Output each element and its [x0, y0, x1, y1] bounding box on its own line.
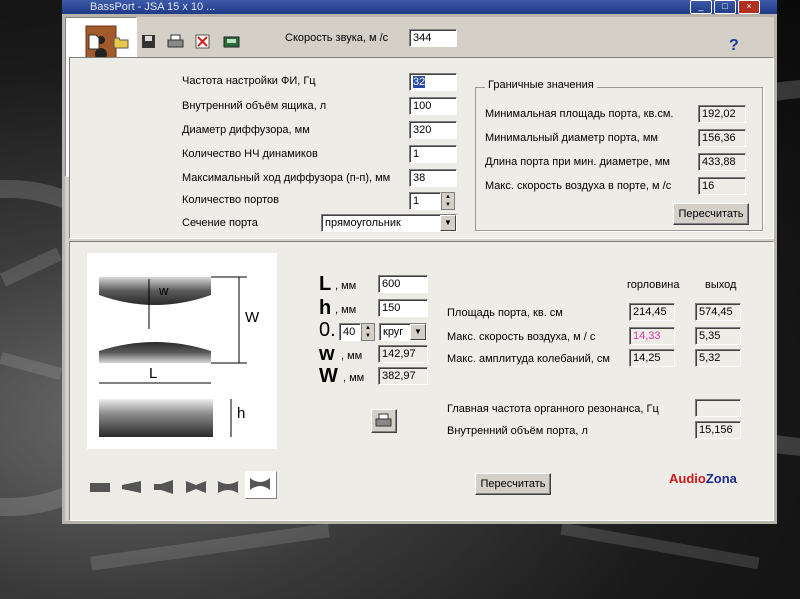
close-button[interactable]: × — [738, 0, 760, 14]
box-volume-input[interactable]: 100 — [409, 97, 457, 115]
speed-label: Макс. скорость воздуха, м / с — [447, 331, 596, 343]
col-exit-header: выход — [705, 279, 737, 291]
w-unit: , мм — [341, 350, 363, 362]
h-symbol: h — [319, 297, 332, 319]
area-throat: 214,45 — [629, 303, 675, 321]
drivers-count-input[interactable]: 1 — [409, 145, 457, 163]
max-air-speed-value: 16 — [698, 177, 746, 195]
horn-port-shape-button[interactable] — [151, 477, 177, 497]
w-symbol: w — [319, 343, 335, 365]
W-value: 382,97 — [378, 367, 428, 385]
ports-count-input[interactable]: 1 — [409, 192, 441, 210]
speed-throat: 14,33 — [629, 327, 675, 345]
port-volume-label: Внутренний объём порта, л — [447, 425, 588, 437]
min-area-label: Минимальная площадь порта, кв.см. — [485, 108, 674, 120]
port-length-value: 433,88 — [698, 153, 746, 171]
double-taper-port-shape-button[interactable] — [183, 477, 209, 497]
col-throat-header: горловина — [627, 279, 680, 291]
min-diameter-label: Минимальный диаметр порта, мм — [485, 132, 658, 144]
port-diagram: w W L h — [87, 253, 277, 449]
port-volume-value: 15,156 — [695, 421, 741, 439]
results-recalc-button[interactable]: Пересчитать — [475, 473, 551, 495]
limits-recalc-button[interactable]: Пересчитать — [673, 203, 749, 225]
o-value-spinner[interactable]: ▲ ▼ — [361, 323, 375, 341]
chevron-down-icon[interactable]: ▼ — [410, 324, 426, 340]
sound-speed-label: Скорость звука, м /с — [285, 32, 389, 44]
amplitude-label: Макс. амплитуда колебаний, см — [447, 353, 610, 365]
curved-port-shape-button[interactable] — [245, 471, 277, 499]
box-volume-label: Внутренний объём ящика, л — [182, 100, 327, 112]
limits-title: Граничные значения — [485, 79, 597, 91]
cone-diameter-input[interactable]: 320 — [409, 121, 457, 139]
window-title: BassPort - JSA 15 x 10 ... — [90, 1, 216, 13]
min-diameter-value: 156,36 — [698, 129, 746, 147]
organ-resonance-value — [695, 399, 741, 417]
area-label: Площадь порта, кв. см — [447, 307, 563, 319]
main-window: Скорость звука, м /с 344 ? Частота настр… — [62, 14, 777, 524]
L-input[interactable]: 600 — [378, 275, 428, 293]
diagram-w-label: w — [159, 283, 169, 298]
h-input[interactable]: 150 — [378, 299, 428, 317]
flared-port-shape-button[interactable] — [215, 477, 241, 497]
speed-exit: 5,35 — [695, 327, 741, 345]
area-exit: 574,45 — [695, 303, 741, 321]
export-icon[interactable] — [223, 34, 241, 50]
o-value-input[interactable]: 40 — [339, 323, 361, 341]
diagram-L-label: L — [149, 365, 158, 382]
sound-speed-input[interactable]: 344 — [409, 29, 457, 47]
port-section-label: Сечение порта — [182, 217, 258, 229]
W-unit: , мм — [343, 372, 365, 384]
straight-port-shape-button[interactable] — [87, 477, 113, 497]
minimize-button[interactable]: _ — [690, 0, 712, 14]
diagram-h-label: h — [237, 405, 246, 422]
print-icon[interactable] — [167, 34, 185, 50]
new-icon[interactable] — [87, 34, 105, 50]
amplitude-throat: 14,25 — [629, 349, 675, 367]
organ-resonance-label: Главная частота органного резонанса, Гц — [447, 403, 659, 415]
chevron-down-icon[interactable]: ▼ — [440, 215, 456, 231]
port-section-select[interactable]: прямоугольник — [321, 214, 457, 232]
h-unit: , мм — [335, 304, 357, 316]
min-area-value: 192,02 — [698, 105, 746, 123]
save-icon[interactable] — [141, 34, 159, 50]
help-icon[interactable]: ? — [729, 37, 739, 55]
L-symbol: L — [319, 273, 332, 295]
tuning-freq-input[interactable]: 32 — [409, 73, 457, 91]
brand-logo: AudioZona — [669, 471, 737, 486]
ports-count-label: Количество портов — [182, 194, 279, 206]
o-symbol: 0. — [319, 319, 336, 341]
print-icon — [375, 413, 392, 427]
max-excursion-label: Максимальный ход диффузора (п-п), мм — [182, 172, 391, 184]
port-length-label: Длина порта при мин. диаметре, мм — [485, 156, 670, 168]
max-air-speed-label: Макс. скорость воздуха в порте, м /с — [485, 180, 672, 192]
amplitude-exit: 5,32 — [695, 349, 741, 367]
max-excursion-input[interactable]: 38 — [409, 169, 457, 187]
open-icon[interactable] — [113, 34, 131, 50]
W-symbol: W — [319, 365, 338, 387]
maximize-button[interactable]: □ — [714, 0, 736, 14]
drivers-count-label: Количество НЧ динамиков — [182, 148, 318, 160]
L-unit: , мм — [335, 280, 357, 292]
diagram-W-label: W — [245, 309, 260, 326]
tapered-port-shape-button[interactable] — [119, 477, 145, 497]
print-diagram-button[interactable] — [371, 409, 397, 433]
w-value: 142,97 — [378, 345, 428, 363]
delete-icon[interactable] — [195, 34, 213, 50]
cone-diameter-label: Диаметр диффузора, мм — [182, 124, 310, 136]
tuning-freq-label: Частота настройки ФИ, Гц — [182, 75, 316, 87]
title-bar: BassPort - JSA 15 x 10 ... _ □ × — [62, 0, 777, 14]
ports-count-spinner[interactable]: ▲ ▼ — [441, 192, 455, 210]
